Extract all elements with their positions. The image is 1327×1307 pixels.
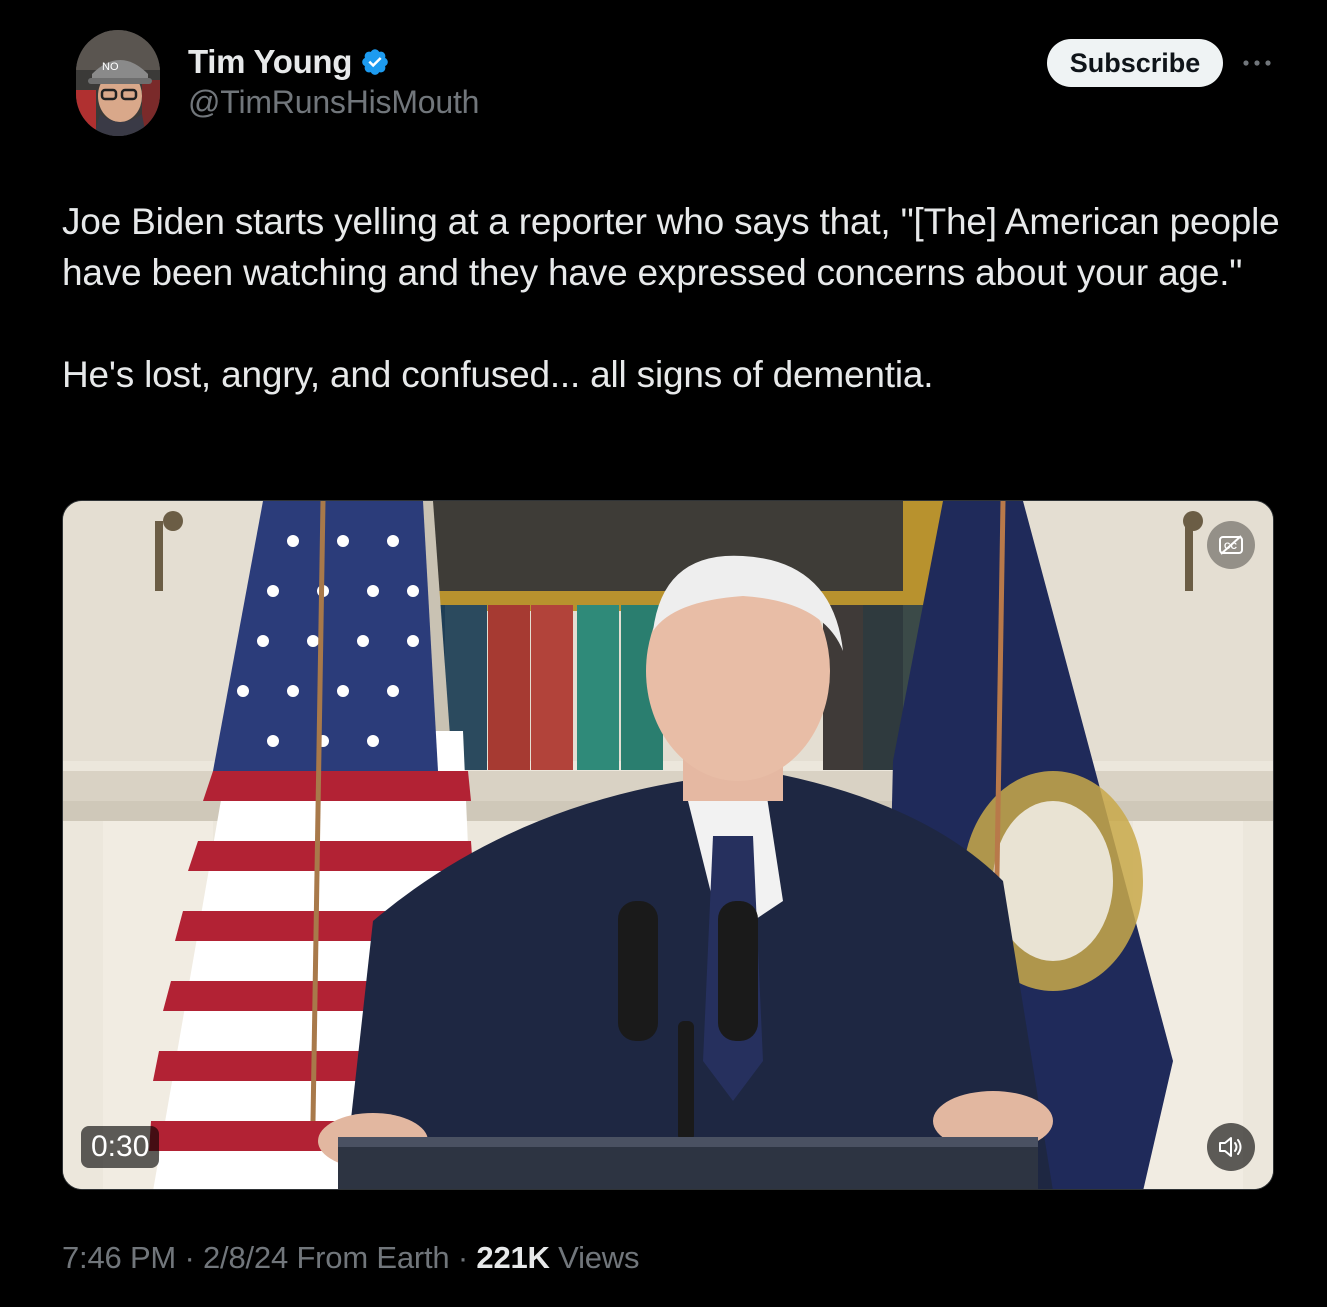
tweet-meta: 7:46 PM · 2/8/24 From Earth · 221K Views (62, 1240, 639, 1276)
avatar[interactable]: NO (76, 30, 160, 136)
separator: · (449, 1240, 477, 1275)
video-player[interactable]: CC 0:30 (62, 500, 1274, 1190)
speaker-muted-icon[interactable] (1207, 1123, 1255, 1171)
separator: · (176, 1240, 204, 1275)
views-label: Views (549, 1240, 640, 1275)
views-count[interactable]: 221K (476, 1240, 550, 1275)
video-duration: 0:30 (81, 1126, 160, 1168)
tweet-text: Joe Biden starts yelling at a reporter w… (62, 196, 1282, 400)
svg-text:NO: NO (102, 61, 119, 73)
tweet-source: From Earth (296, 1240, 450, 1275)
more-dots-icon[interactable] (1240, 48, 1274, 78)
author-name-row[interactable]: Tim Young (188, 40, 390, 84)
tweet-paragraph: He's lost, angry, and confused... all si… (62, 354, 934, 395)
author-handle[interactable]: @TimRunsHisMouth (188, 84, 479, 121)
tweet-time[interactable]: 7:46 PM (62, 1240, 176, 1275)
tweet-date[interactable]: 2/8/24 (203, 1240, 288, 1275)
verified-badge-icon (360, 47, 390, 77)
subscribe-button[interactable]: Subscribe (1047, 39, 1223, 87)
captions-off-icon[interactable]: CC (1207, 521, 1255, 569)
video-frame (63, 501, 1273, 1189)
author-name[interactable]: Tim Young (188, 43, 352, 81)
profile-photo: NO (76, 30, 160, 136)
tweet-paragraph: Joe Biden starts yelling at a reporter w… (62, 201, 1280, 293)
